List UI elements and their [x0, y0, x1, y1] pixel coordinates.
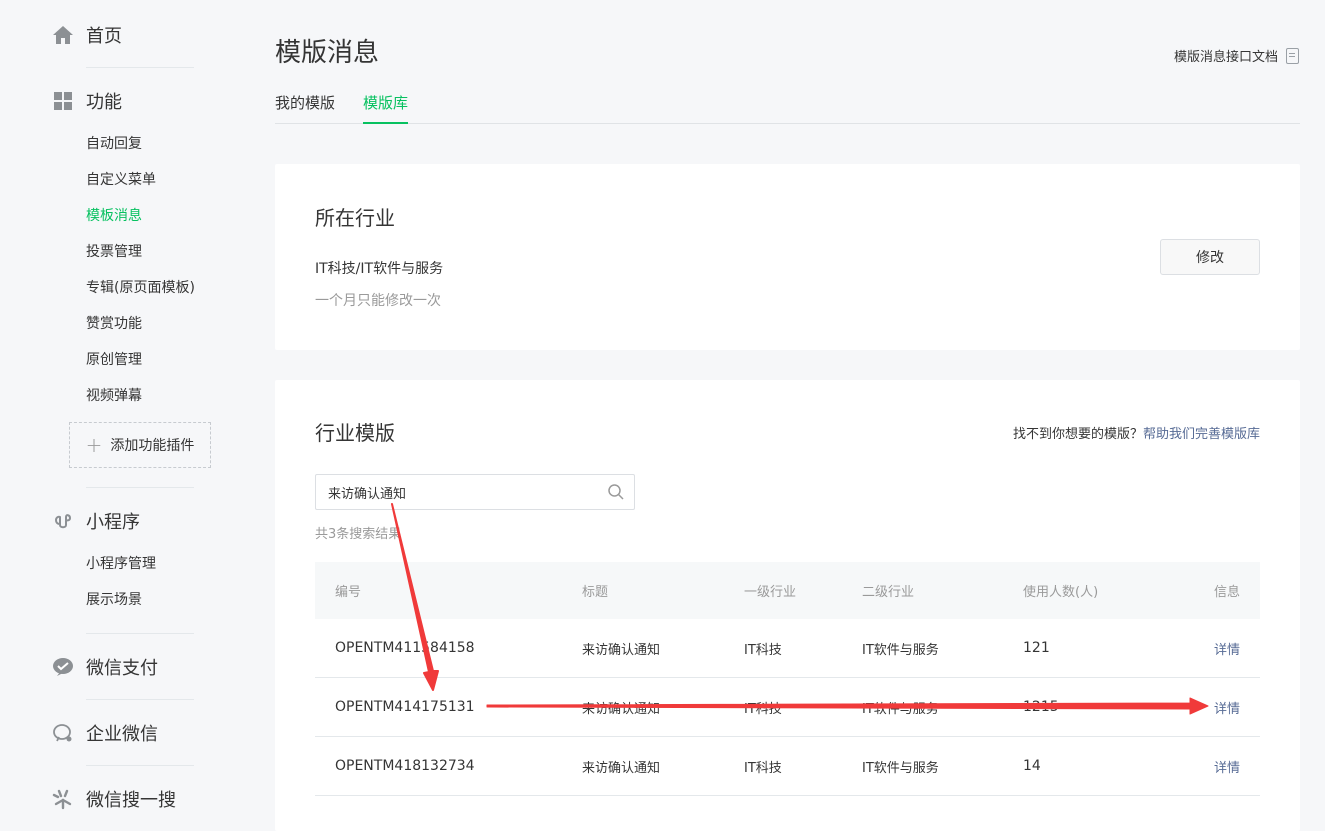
industry-note: 一个月只能修改一次 — [315, 293, 441, 309]
sidebar-item-custom-menu[interactable]: 自定义菜单 — [86, 170, 156, 190]
add-plugin-button[interactable]: + 添加功能插件 — [69, 422, 211, 468]
row-industry2: IT软件与服务 — [862, 760, 939, 776]
sidebar-item-album[interactable]: 专辑(原页面模板) — [86, 278, 195, 298]
help-improve-link[interactable]: 帮助我们完善模版库 — [1143, 427, 1260, 442]
add-plugin-label: 添加功能插件 — [110, 438, 195, 454]
miniprogram-icon — [52, 510, 74, 532]
sidebar-item-display-scene[interactable]: 展示场景 — [86, 590, 142, 610]
sidebar-item-vote[interactable]: 投票管理 — [86, 242, 142, 262]
divider — [86, 67, 194, 68]
nav-features-label: 功能 — [86, 92, 122, 113]
divider — [86, 699, 194, 700]
industry-card-title: 所在行业 — [315, 206, 395, 230]
row-industry1: IT科技 — [744, 642, 782, 658]
nav-wechat-pay[interactable]: 微信支付 — [52, 655, 158, 679]
details-link[interactable]: 详情 — [1214, 678, 1240, 736]
col-users: 使用人数(人) — [1023, 585, 1099, 600]
col-title: 标题 — [582, 585, 609, 600]
table-row: OPENTM414175131 来访确认通知 IT科技 IT软件与服务 1215… — [315, 678, 1260, 737]
details-link[interactable]: 详情 — [1214, 619, 1240, 677]
sidebar-item-auto-reply[interactable]: 自动回复 — [86, 134, 142, 154]
tab-template-library[interactable]: 模版库 — [363, 92, 409, 124]
sidebar-item-video-danmaku[interactable]: 视频弹幕 — [86, 386, 142, 406]
table-header: 编号 标题 一级行业 二级行业 使用人数(人) 信息 — [315, 562, 1260, 619]
search-input[interactable] — [328, 484, 598, 500]
col-id: 编号 — [335, 585, 362, 600]
row-industry1: IT科技 — [744, 760, 782, 776]
col-info: 信息 — [1213, 585, 1240, 600]
row-industry2: IT软件与服务 — [862, 642, 939, 658]
wechat-search-icon — [52, 788, 74, 810]
row-id: OPENTM418132734 — [335, 758, 475, 774]
nav-wechat-pay-label: 微信支付 — [86, 658, 158, 679]
row-title: 来访确认通知 — [582, 701, 661, 717]
industry-card: 所在行业 IT科技/IT软件与服务 一个月只能修改一次 修改 — [275, 164, 1300, 350]
sidebar-item-template-message[interactable]: 模板消息 — [86, 206, 142, 226]
help-text: 找不到你想要的模版？帮助我们完善模版库 — [1013, 423, 1260, 442]
row-users: 121 — [1023, 640, 1050, 656]
table-row: OPENTM418132734 来访确认通知 IT科技 IT软件与服务 14 详… — [315, 737, 1260, 796]
sidebar-item-reward[interactable]: 赞赏功能 — [86, 314, 142, 334]
nav-features[interactable]: 功能 — [52, 89, 122, 113]
wechat-pay-icon — [52, 656, 74, 678]
current-industry: IT科技/IT软件与服务 — [315, 261, 444, 277]
divider — [86, 487, 194, 488]
result-count: 共3条搜索结果 — [315, 527, 402, 542]
api-doc-link[interactable]: 模版消息接口文档 — [1174, 46, 1299, 65]
nav-work-wechat-label: 企业微信 — [86, 724, 158, 745]
sidebar-item-miniprogram-manage[interactable]: 小程序管理 — [86, 554, 156, 574]
modify-button[interactable]: 修改 — [1160, 239, 1260, 275]
row-title: 来访确认通知 — [582, 760, 661, 776]
col-industry2: 二级行业 — [862, 585, 915, 600]
nav-work-wechat[interactable]: 企业微信 — [52, 721, 158, 745]
row-id: OPENTM414175131 — [335, 699, 475, 715]
nav-home[interactable]: 首页 — [52, 23, 122, 47]
nav-miniprogram-label: 小程序 — [86, 512, 140, 533]
row-industry2: IT软件与服务 — [862, 701, 939, 717]
row-users: 14 — [1023, 758, 1041, 774]
nav-miniprogram[interactable]: 小程序 — [52, 509, 140, 533]
templates-card: 行业模版 找不到你想要的模版？帮助我们完善模版库 共3条搜索结果 编号 标题 一… — [275, 380, 1300, 831]
api-doc-link-label: 模版消息接口文档 — [1173, 50, 1278, 65]
row-industry1: IT科技 — [744, 701, 782, 717]
grid-icon — [52, 90, 74, 112]
page-title: 模版消息 — [275, 38, 380, 68]
work-wechat-icon — [52, 722, 74, 744]
nav-wechat-search-label: 微信搜一搜 — [86, 790, 176, 811]
search-box — [315, 474, 635, 510]
row-users: 1215 — [1023, 699, 1059, 715]
templates-card-title: 行业模版 — [315, 421, 395, 445]
plus-icon: + — [85, 433, 103, 457]
search-icon[interactable] — [608, 484, 624, 500]
nav-wechat-search[interactable]: 微信搜一搜 — [52, 787, 176, 811]
tab-bar: 我的模版 模版库 — [275, 88, 1300, 124]
tab-my-templates[interactable]: 我的模版 — [275, 92, 335, 124]
table-row: OPENTM411584158 来访确认通知 IT科技 IT软件与服务 121 … — [315, 619, 1260, 678]
row-id: OPENTM411584158 — [335, 640, 475, 656]
sidebar: 首页 功能 自动回复 自定义菜单 模板消息 投票管理 专辑(原页面模板) 赞赏功… — [0, 0, 245, 831]
row-title: 来访确认通知 — [582, 642, 661, 658]
nav-home-label: 首页 — [86, 26, 122, 47]
document-icon — [1286, 47, 1299, 64]
divider — [86, 765, 194, 766]
help-prompt: 找不到你想要的模版？ — [1012, 427, 1143, 442]
col-industry1: 一级行业 — [744, 585, 797, 600]
templates-table: 编号 标题 一级行业 二级行业 使用人数(人) 信息 OPENTM4115841… — [315, 562, 1260, 796]
details-link[interactable]: 详情 — [1214, 737, 1240, 795]
divider — [86, 633, 194, 634]
home-icon — [52, 24, 74, 46]
sidebar-item-original[interactable]: 原创管理 — [86, 350, 142, 370]
